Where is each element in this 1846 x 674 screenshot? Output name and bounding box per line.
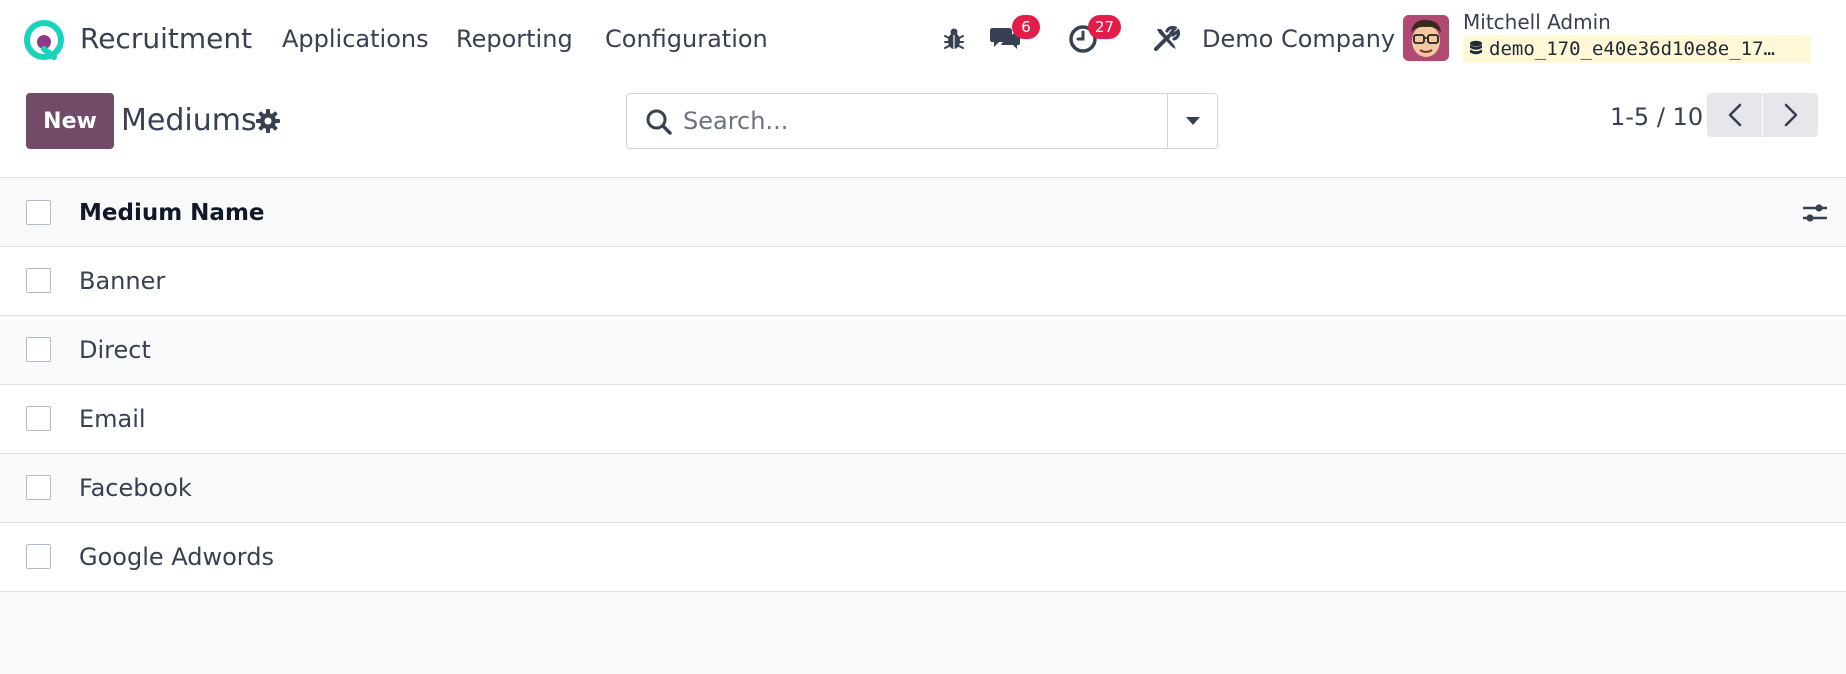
wrench-screwdriver-icon (1154, 25, 1180, 51)
row-checkbox[interactable] (26, 337, 51, 362)
row-checkbox[interactable] (26, 406, 51, 431)
database-indicator[interactable]: demo_170_e40e36d10e8e_17… (1463, 35, 1811, 63)
pager-value[interactable]: 1-5 / 10 (1610, 100, 1703, 134)
medium-name: Banner (79, 267, 166, 295)
medium-name: Direct (79, 336, 151, 364)
search-icon (646, 109, 672, 135)
debug-bug-icon[interactable] (937, 22, 971, 56)
table-row[interactable]: Banner (0, 247, 1846, 316)
search-input[interactable] (683, 102, 1153, 140)
user-name[interactable]: Mitchell Admin (1463, 9, 1611, 35)
list-empty-area (0, 592, 1846, 674)
activities-count-badge: 27 (1088, 15, 1122, 39)
page-title: Mediums (121, 103, 257, 138)
sliders-icon[interactable] (1802, 200, 1828, 226)
menu-configuration[interactable]: Configuration (605, 22, 768, 56)
app-title[interactable]: Recruitment (80, 20, 252, 58)
database-name: demo_170_e40e36d10e8e_17… (1489, 38, 1775, 60)
user-avatar[interactable] (1403, 15, 1449, 61)
database-icon (1470, 40, 1482, 55)
company-switcher[interactable]: Demo Company (1202, 22, 1395, 56)
bug-icon (944, 28, 964, 49)
row-checkbox[interactable] (26, 268, 51, 293)
messages-count-badge: 6 (1012, 15, 1040, 39)
recruitment-logo-icon[interactable] (24, 20, 64, 60)
chevron-left-icon (1728, 103, 1741, 127)
top-navbar: Recruitment Applications Reporting Confi… (0, 0, 1846, 78)
medium-name: Email (79, 405, 146, 433)
search-options-toggle[interactable] (1167, 94, 1218, 148)
medium-name: Facebook (79, 474, 192, 502)
list-header: Medium Name (0, 178, 1846, 247)
settings-tools-button[interactable] (1149, 22, 1183, 56)
select-all-checkbox[interactable] (26, 200, 51, 225)
caret-down-icon (1186, 117, 1200, 125)
pager-next-button[interactable] (1763, 93, 1818, 137)
chevron-right-icon (1784, 103, 1797, 127)
list-view: Medium Name Banner Direct Email Facebook… (0, 177, 1846, 674)
avatar-face-icon (1403, 15, 1449, 61)
row-checkbox[interactable] (26, 475, 51, 500)
table-row[interactable]: Facebook (0, 454, 1846, 523)
table-row[interactable]: Email (0, 385, 1846, 454)
new-button[interactable]: New (26, 93, 114, 149)
gear-icon[interactable] (255, 108, 281, 134)
menu-applications[interactable]: Applications (282, 22, 429, 56)
medium-name: Google Adwords (79, 543, 274, 571)
search-bar (626, 93, 1218, 149)
pager-previous-button[interactable] (1707, 93, 1762, 137)
column-header-medium-name[interactable]: Medium Name (79, 197, 265, 229)
menu-reporting[interactable]: Reporting (456, 22, 573, 56)
row-checkbox[interactable] (26, 544, 51, 569)
table-row[interactable]: Google Adwords (0, 523, 1846, 592)
table-row[interactable]: Direct (0, 316, 1846, 385)
